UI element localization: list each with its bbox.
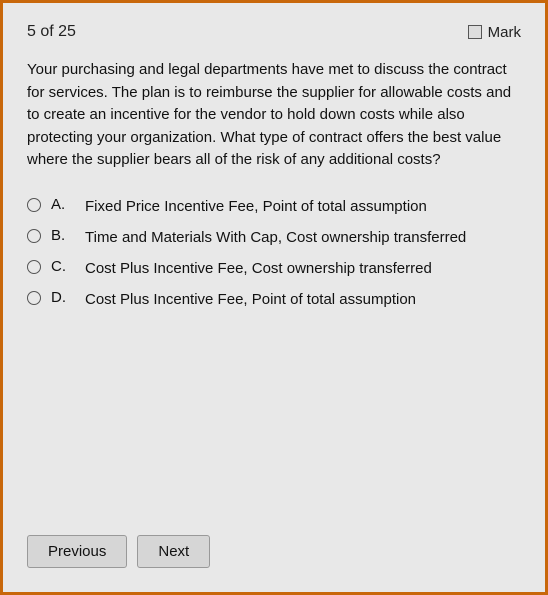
option-text-a: Fixed Price Incentive Fee, Point of tota… — [85, 196, 427, 217]
option-letter-c: C. — [51, 258, 75, 275]
mark-checkbox[interactable] — [468, 25, 482, 39]
question-counter: 5 of 25 — [27, 23, 76, 41]
option-text-b: Time and Materials With Cap, Cost owners… — [85, 227, 466, 248]
options-list: A. Fixed Price Incentive Fee, Point of t… — [27, 196, 521, 320]
radio-a[interactable] — [27, 198, 41, 212]
question-text: Your purchasing and legal departments ha… — [27, 59, 521, 172]
footer-row: Previous Next — [27, 535, 521, 572]
radio-b[interactable] — [27, 229, 41, 243]
mark-label: Mark — [488, 24, 521, 41]
option-item-d[interactable]: D. Cost Plus Incentive Fee, Point of tot… — [27, 289, 521, 310]
radio-d[interactable] — [27, 291, 41, 305]
header-row: 5 of 25 Mark — [27, 23, 521, 41]
option-item-a[interactable]: A. Fixed Price Incentive Fee, Point of t… — [27, 196, 521, 217]
option-text-d: Cost Plus Incentive Fee, Point of total … — [85, 289, 416, 310]
option-item-b[interactable]: B. Time and Materials With Cap, Cost own… — [27, 227, 521, 248]
previous-button[interactable]: Previous — [27, 535, 127, 568]
next-button[interactable]: Next — [137, 535, 210, 568]
option-text-c: Cost Plus Incentive Fee, Cost ownership … — [85, 258, 432, 279]
option-letter-b: B. — [51, 227, 75, 244]
quiz-container: 5 of 25 Mark Your purchasing and legal d… — [0, 0, 548, 595]
option-item-c[interactable]: C. Cost Plus Incentive Fee, Cost ownersh… — [27, 258, 521, 279]
mark-container[interactable]: Mark — [468, 24, 521, 41]
radio-c[interactable] — [27, 260, 41, 274]
option-letter-a: A. — [51, 196, 75, 213]
option-letter-d: D. — [51, 289, 75, 306]
